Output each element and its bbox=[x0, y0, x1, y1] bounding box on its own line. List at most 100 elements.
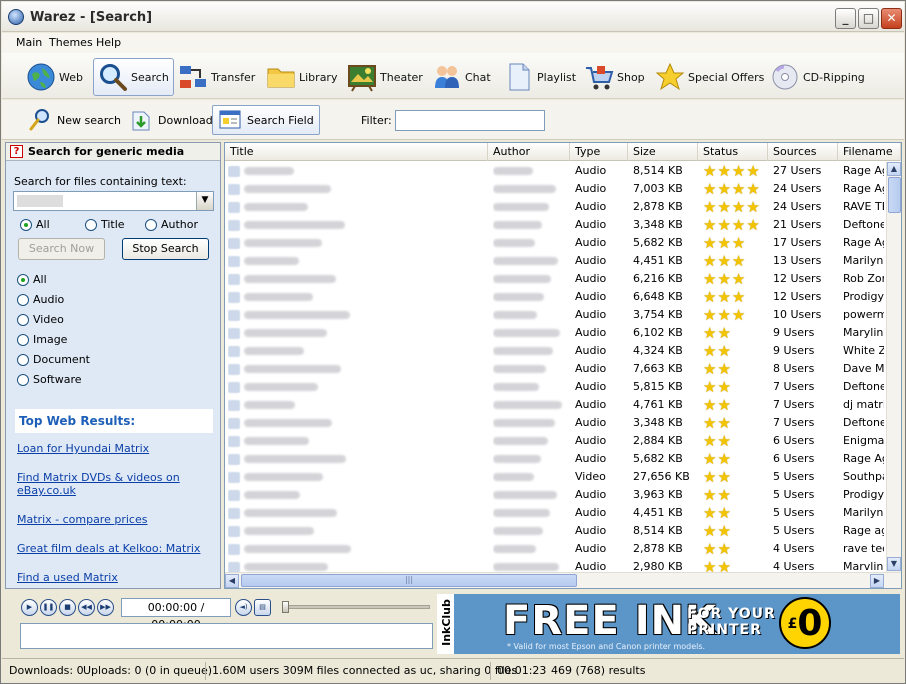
table-row[interactable]: Audio 6,102 KB ★★ 9 Users Marylin M bbox=[225, 324, 885, 342]
table-row[interactable]: Audio 7,663 KB ★★ 8 Users Dave Ma bbox=[225, 360, 885, 378]
seek-slider[interactable] bbox=[282, 601, 430, 613]
toolbar-playlist[interactable]: Playlist bbox=[504, 58, 576, 96]
table-row[interactable]: Audio 2,980 KB ★★ 4 Users Marvlin M bbox=[225, 558, 885, 572]
ad-banner[interactable]: InkClub FREE INK FOR YOUR PRINTER £0 * Va… bbox=[437, 594, 900, 654]
cell-type: Audio bbox=[575, 218, 607, 231]
type-software-radio[interactable]: Software bbox=[17, 373, 82, 386]
chevron-down-icon[interactable]: ▼ bbox=[196, 192, 213, 210]
video-window-icon[interactable]: ▤ bbox=[254, 599, 271, 616]
table-row[interactable]: Video 27,656 KB ★★ 5 Users Southpa bbox=[225, 468, 885, 486]
menu-themes[interactable]: Themes bbox=[49, 36, 93, 49]
minimize-button[interactable]: _ bbox=[835, 8, 856, 29]
scroll-down-icon[interactable]: ▼ bbox=[887, 557, 901, 571]
search-now-button[interactable]: Search Now bbox=[18, 238, 105, 260]
toolbar-theater[interactable]: Theater bbox=[347, 58, 423, 96]
column-author[interactable]: Author bbox=[488, 143, 570, 161]
table-row[interactable]: Audio 4,761 KB ★★ 7 Users dj matrix bbox=[225, 396, 885, 414]
pause-icon[interactable]: ❚❚ bbox=[40, 599, 57, 616]
table-row[interactable]: Audio 8,514 KB ★★ 5 Users Rage ag bbox=[225, 522, 885, 540]
toolbar-cd-ripping[interactable]: CD-Ripping bbox=[770, 58, 865, 96]
stop-search-button[interactable]: Stop Search bbox=[122, 238, 209, 260]
vertical-scrollbar[interactable]: ▲ ▼ bbox=[886, 162, 901, 572]
player-playlist-box[interactable] bbox=[20, 623, 433, 649]
scope-title-radio[interactable]: Title bbox=[85, 218, 125, 231]
play-icon[interactable]: ▶ bbox=[21, 599, 38, 616]
column-status[interactable]: Status bbox=[698, 143, 768, 161]
column-sources[interactable]: Sources bbox=[768, 143, 838, 161]
table-row[interactable]: Audio 6,216 KB ★★★ 12 Users Rob Zom bbox=[225, 270, 885, 288]
type-all-radio[interactable]: All bbox=[17, 273, 47, 286]
cell-size: 4,324 KB bbox=[633, 344, 683, 357]
table-row[interactable]: Audio 5,682 KB ★★★ 17 Users Rage Ag bbox=[225, 234, 885, 252]
toolbar-transfer[interactable]: Transfer bbox=[178, 58, 255, 96]
scroll-right-icon[interactable]: ▶ bbox=[870, 574, 884, 588]
table-row[interactable]: Audio 2,878 KB ★★ 4 Users rave tec bbox=[225, 540, 885, 558]
cell-author bbox=[493, 252, 569, 270]
table-row[interactable]: Audio 5,682 KB ★★ 6 Users Rage Ag bbox=[225, 450, 885, 468]
new-search-button[interactable]: New search bbox=[28, 105, 121, 135]
cell-filename: Deftone bbox=[843, 218, 884, 231]
horizontal-scrollbar[interactable]: ◀ ||| ▶ bbox=[225, 572, 901, 588]
toolbar-search[interactable]: Search bbox=[93, 58, 174, 96]
stop-icon[interactable]: ■ bbox=[59, 599, 76, 616]
toolbar-special-offers[interactable]: Special Offers bbox=[655, 58, 764, 96]
maximize-button[interactable]: □ bbox=[858, 8, 879, 29]
table-row[interactable]: Audio 2,884 KB ★★ 6 Users Enigma - bbox=[225, 432, 885, 450]
file-icon bbox=[228, 220, 240, 231]
scroll-thumb[interactable] bbox=[888, 177, 901, 213]
toolbar-chat[interactable]: Chat bbox=[432, 58, 491, 96]
toolbar-library[interactable]: Library bbox=[266, 58, 337, 96]
help-icon[interactable]: ? bbox=[10, 145, 23, 158]
table-row[interactable]: Audio 8,514 KB ★★★★ 27 Users Rage Ag bbox=[225, 162, 885, 180]
column-type[interactable]: Type bbox=[570, 143, 628, 161]
seek-handle[interactable] bbox=[282, 601, 289, 613]
column-filename[interactable]: Filename bbox=[838, 143, 901, 161]
search-text-input[interactable]: ▼ bbox=[13, 191, 214, 211]
close-button[interactable]: ✕ bbox=[881, 8, 902, 29]
table-row[interactable]: Audio 4,451 KB ★★★ 13 Users Marilyn M bbox=[225, 252, 885, 270]
table-row[interactable]: Audio 6,648 KB ★★★ 12 Users Prodigy - bbox=[225, 288, 885, 306]
menu-main[interactable]: Main bbox=[16, 36, 42, 49]
column-size[interactable]: Size bbox=[628, 143, 698, 161]
table-row[interactable]: Audio 3,963 KB ★★ 5 Users Prodigy - bbox=[225, 486, 885, 504]
toolbar-shop[interactable]: Shop bbox=[584, 58, 645, 96]
scope-author-radio[interactable]: Author bbox=[145, 218, 198, 231]
type-image-radio[interactable]: Image bbox=[17, 333, 67, 346]
web-link[interactable]: Matrix - compare prices bbox=[17, 513, 207, 526]
scroll-thumb[interactable]: ||| bbox=[241, 574, 577, 587]
cell-author bbox=[493, 414, 569, 432]
scroll-up-icon[interactable]: ▲ bbox=[887, 162, 901, 176]
web-link[interactable]: Loan for Hyundai Matrix bbox=[17, 442, 207, 455]
download-button[interactable]: Download bbox=[129, 105, 213, 135]
title-bar[interactable]: Warez - [Search] _ □ ✕ bbox=[2, 2, 904, 32]
scroll-left-icon[interactable]: ◀ bbox=[225, 574, 239, 588]
table-row[interactable]: Audio 7,003 KB ★★★★ 24 Users Rage Ag bbox=[225, 180, 885, 198]
volume-icon[interactable]: ◄) bbox=[235, 599, 252, 616]
search-field-button[interactable]: Search Field bbox=[212, 105, 320, 135]
table-row[interactable]: Audio 4,324 KB ★★ 9 Users White Zo bbox=[225, 342, 885, 360]
table-row[interactable]: Audio 2,878 KB ★★★★ 24 Users RAVE TE bbox=[225, 198, 885, 216]
rating-stars-icon: ★★ bbox=[703, 414, 732, 432]
filter-input[interactable] bbox=[395, 110, 545, 131]
web-link[interactable]: Find a used Matrix bbox=[17, 571, 207, 584]
menu-help[interactable]: Help bbox=[96, 36, 121, 49]
type-document-radio[interactable]: Document bbox=[17, 353, 90, 366]
toolbar-web[interactable]: Web bbox=[26, 58, 83, 96]
file-icon bbox=[228, 256, 240, 267]
table-row[interactable]: Audio 5,815 KB ★★ 7 Users Deftones bbox=[225, 378, 885, 396]
table-row[interactable]: Audio 3,348 KB ★★ 7 Users Deftones bbox=[225, 414, 885, 432]
next-icon[interactable]: ▶▶ bbox=[97, 599, 114, 616]
table-row[interactable]: Audio 4,451 KB ★★ 5 Users Marilyn M bbox=[225, 504, 885, 522]
type-video-radio[interactable]: Video bbox=[17, 313, 64, 326]
column-title[interactable]: Title bbox=[225, 143, 488, 161]
file-icon bbox=[228, 310, 240, 321]
cell-type: Audio bbox=[575, 434, 607, 447]
type-audio-radio[interactable]: Audio bbox=[17, 293, 64, 306]
table-row[interactable]: Audio 3,754 KB ★★★ 10 Users powerma bbox=[225, 306, 885, 324]
table-row[interactable]: Audio 3,348 KB ★★★★ 21 Users Deftone bbox=[225, 216, 885, 234]
previous-icon[interactable]: ◀◀ bbox=[78, 599, 95, 616]
web-link[interactable]: Find Matrix DVDs & videos on eBay.co.uk bbox=[17, 471, 207, 497]
web-link[interactable]: Great film deals at Kelkoo: Matrix bbox=[17, 542, 207, 555]
scope-all-radio[interactable]: All bbox=[20, 218, 50, 231]
cell-author bbox=[493, 450, 569, 468]
